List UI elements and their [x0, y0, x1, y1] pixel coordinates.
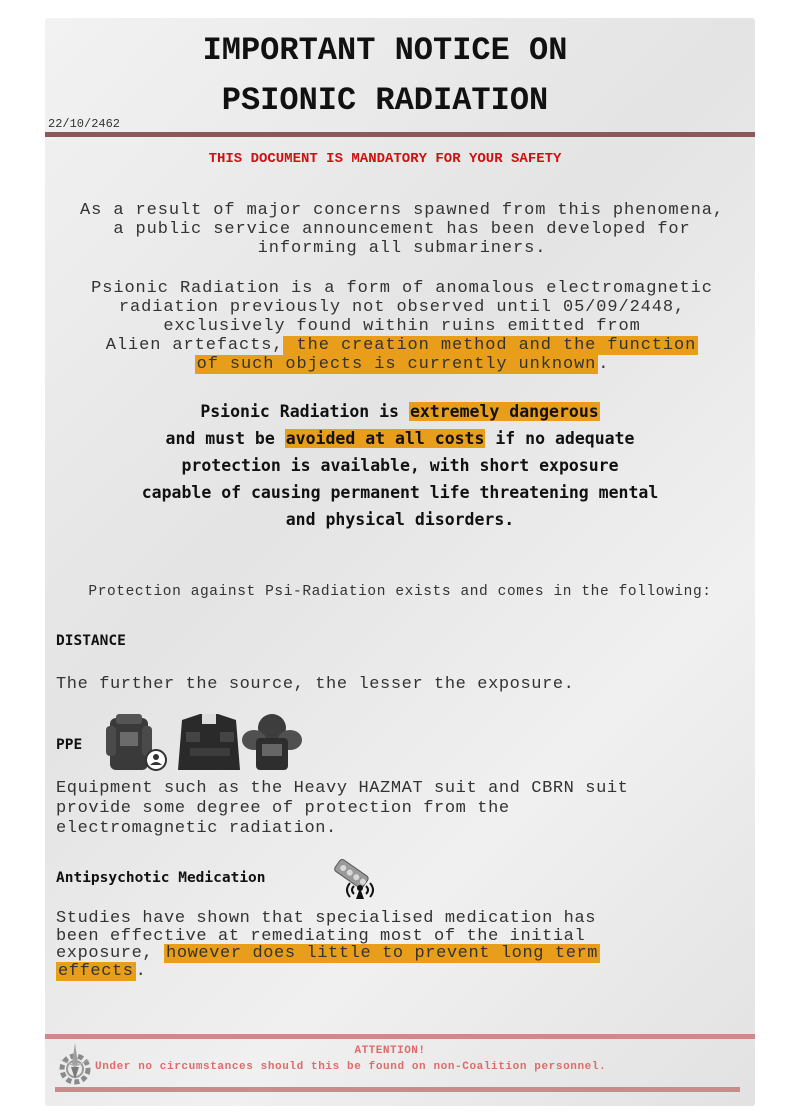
- attention-label: ATTENTION!: [354, 1045, 426, 1057]
- medication-line: been effective at remediating most of th…: [56, 926, 586, 946]
- medication-text-plain: exposure,: [56, 944, 165, 963]
- medication-line: Studies have shown that specialised medi…: [56, 909, 597, 928]
- warning-line: protection is available, with short expo…: [181, 456, 619, 475]
- medication-text: Studies have shown that specialised medi…: [56, 909, 601, 981]
- warning-highlight: extremely dangerous: [408, 402, 600, 421]
- warning-text: if no adequate: [485, 429, 635, 448]
- medication-text-plain: .: [135, 961, 147, 981]
- definition-highlight: the creation method and the function: [283, 336, 699, 355]
- suits-svg: [106, 714, 302, 771]
- distance-text: The further the source, the lesser the e…: [56, 675, 575, 694]
- ppe-line: Equipment such as the Heavy HAZMAT suit …: [56, 779, 629, 798]
- medication-highlight: effects: [56, 961, 136, 981]
- warning-line: Psionic Radiation is extremely dangerous: [60, 398, 740, 425]
- mandatory-notice: THIS DOCUMENT IS MANDATORY FOR YOUR SAFE…: [208, 151, 562, 167]
- warning-line: capable of causing permanent life threat…: [141, 483, 659, 502]
- definition-line: exclusively found within ruins emitted f…: [163, 317, 641, 336]
- hazmat-suit-icon: [106, 714, 167, 771]
- intro-line: a public service announcement has been d…: [113, 220, 691, 239]
- definition-line: Psionic Radiation is a form of anomalous…: [91, 279, 713, 298]
- medication-highlight: however does little to prevent long term: [164, 944, 601, 963]
- danger-warning: Psionic Radiation is extremely dangerous…: [60, 398, 740, 533]
- medication-pills-icon: [330, 856, 376, 900]
- footer-divider-top: [45, 1034, 755, 1039]
- footer-divider-bottom: [55, 1087, 740, 1092]
- ppe-line: electromagnetic radiation.: [56, 819, 337, 838]
- definition-line: radiation previously not observed until …: [118, 298, 686, 317]
- armored-suit-icon: [242, 714, 302, 770]
- ppe-suit-images: [102, 712, 322, 772]
- page-title-line2: PSIONIC RADIATION: [221, 82, 549, 119]
- ppe-line: provide some degree of protection from t…: [56, 799, 510, 818]
- intro-line: informing all submariners.: [257, 239, 547, 258]
- warning-line: and must be avoided at all costs if no a…: [60, 425, 740, 452]
- warning-line: and physical disorders.: [285, 510, 515, 529]
- footer-warning-note: Under no circumstances should this be fo…: [95, 1061, 607, 1073]
- definition-highlight: of such objects is currently unknown: [194, 355, 599, 374]
- medication-line: effects.: [56, 961, 600, 981]
- definition-text: Alien artefacts,: [105, 336, 284, 355]
- intro-line: As a result of major concerns spawned fr…: [80, 201, 724, 220]
- intro-paragraph: As a result of major concerns spawned fr…: [45, 201, 759, 258]
- warning-text: Psionic Radiation is: [200, 402, 409, 421]
- header-divider: [45, 132, 755, 137]
- definition-line: of such objects is currently unknown.: [45, 355, 759, 374]
- ppe-text: Equipment such as the Heavy HAZMAT suit …: [56, 779, 629, 839]
- distance-heading: DISTANCE: [56, 633, 126, 649]
- definition-text: .: [598, 355, 610, 374]
- medication-heading: Antipsychotic Medication: [56, 870, 266, 886]
- definition-paragraph: Psionic Radiation is a form of anomalous…: [45, 279, 759, 374]
- page-title-line1: IMPORTANT NOTICE ON: [202, 32, 568, 69]
- warning-text: and must be: [165, 429, 285, 448]
- definition-line: Alien artefacts, the creation method and…: [45, 336, 759, 355]
- warning-highlight: avoided at all costs: [284, 429, 486, 448]
- cbrn-suit-icon: [178, 714, 240, 770]
- document-date: 22/10/2462: [48, 117, 121, 131]
- medication-line: exposure, however does little to prevent…: [56, 944, 601, 963]
- ppe-heading: PPE: [56, 737, 83, 753]
- protection-intro: Protection against Psi-Radiation exists …: [88, 584, 712, 600]
